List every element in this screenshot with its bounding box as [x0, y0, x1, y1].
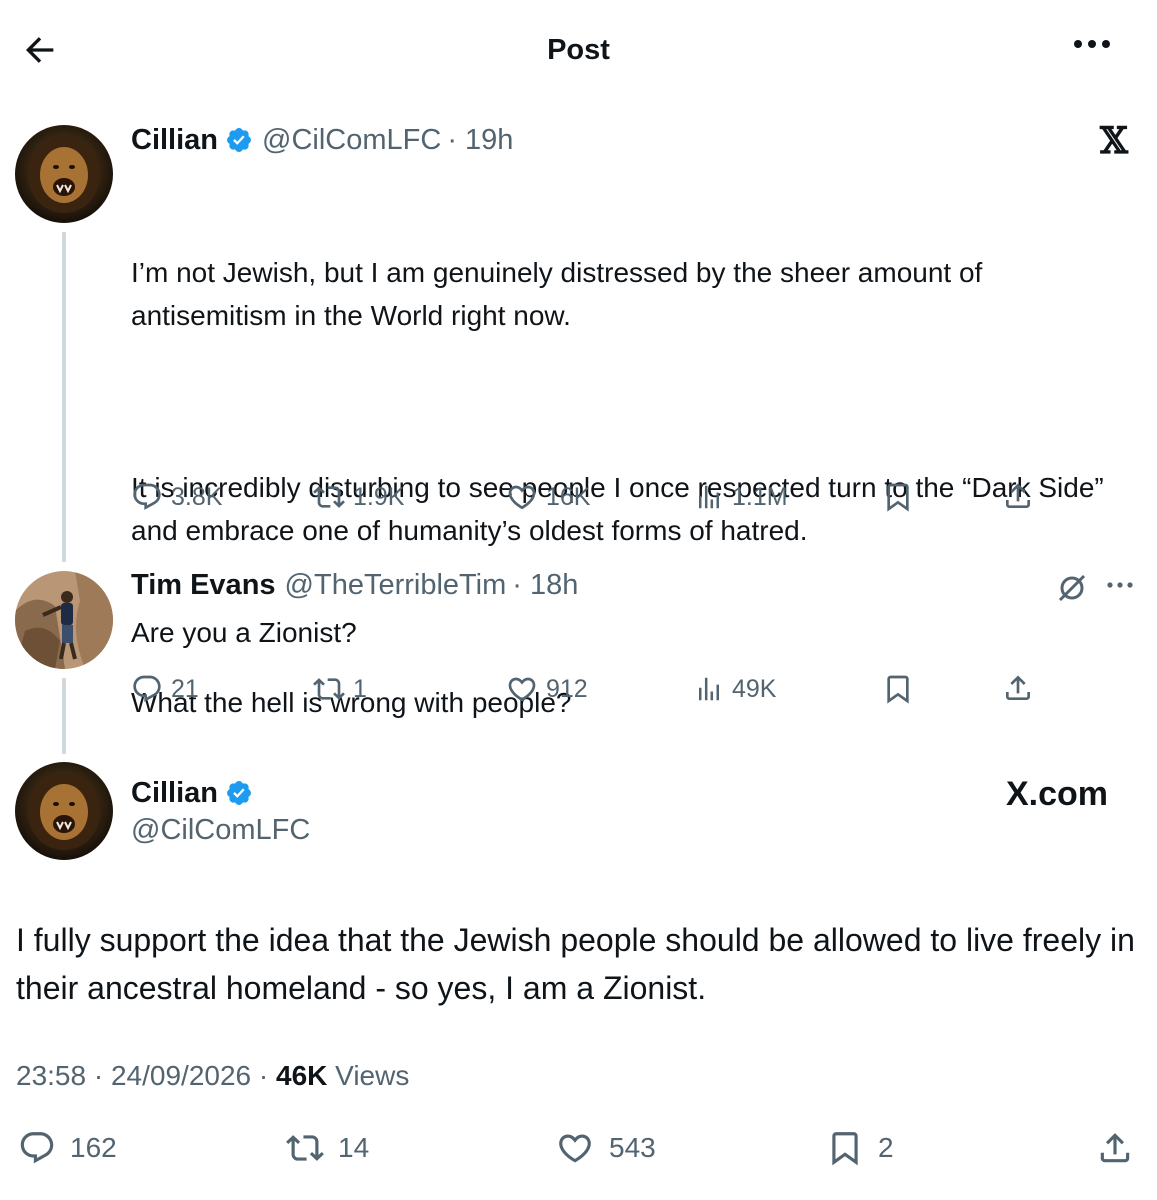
repost-icon — [313, 678, 345, 700]
tweet-paragraph: It is incredibly disturbing to see peopl… — [131, 472, 1112, 546]
page-title: Post — [547, 34, 610, 66]
post-time[interactable]: 23:58 — [16, 1060, 86, 1091]
author-handle[interactable]: @TheTerribleTim — [285, 569, 507, 602]
author-name[interactable]: Tim Evans — [131, 569, 276, 602]
person-photo-avatar-icon — [15, 571, 113, 669]
more-options-button[interactable] — [1070, 36, 1118, 72]
like-button[interactable]: 16K — [506, 481, 590, 513]
avatar[interactable] — [15, 762, 113, 860]
like-count: 543 — [609, 1132, 656, 1163]
bookmark-button[interactable] — [882, 481, 914, 513]
post-time[interactable]: · 19h — [447, 124, 513, 157]
repost-icon — [286, 1135, 324, 1161]
bookmark-button[interactable] — [882, 673, 914, 705]
author-handle[interactable]: @CilComLFC — [131, 814, 310, 847]
grok-icon[interactable] — [1056, 572, 1088, 604]
tweet-header: Tim Evans @TheTerribleTim · 18h — [131, 567, 578, 603]
thread-line — [62, 232, 66, 562]
like-count: 912 — [546, 674, 588, 703]
views-label: Views — [335, 1060, 410, 1091]
reply-icon — [133, 483, 161, 510]
views-button[interactable]: 1.1M — [694, 481, 788, 513]
verified-badge-icon — [225, 779, 253, 807]
post-date[interactable]: 24/09/2026 — [111, 1060, 251, 1091]
reply-icon — [133, 675, 161, 702]
share-button[interactable] — [1096, 1129, 1134, 1167]
post-meta: 23:58 · 24/09/2026 · 46K Views — [16, 1060, 410, 1091]
thread-line — [62, 678, 66, 754]
share-icon — [1006, 483, 1030, 508]
repost-count: 14 — [338, 1132, 370, 1163]
author-handle[interactable]: @CilComLFC — [262, 124, 441, 157]
author-name[interactable]: Cillian — [131, 124, 218, 157]
views-count: 46K — [276, 1060, 328, 1091]
x-logo-icon: 𝕏 — [1100, 120, 1128, 162]
heart-icon — [508, 677, 536, 702]
author-row: Cillian — [131, 774, 262, 812]
author-name[interactable]: Cillian — [131, 777, 218, 810]
tweet-header: Cillian @CilComLFC · 19h — [131, 122, 513, 158]
more-icon — [1107, 582, 1133, 588]
repost-count: 1 — [353, 674, 367, 703]
bookmark-icon — [887, 483, 909, 512]
share-button[interactable] — [1002, 672, 1034, 704]
reply-count: 21 — [171, 674, 199, 703]
more-icon — [1074, 40, 1110, 48]
views-icon — [699, 677, 719, 701]
repost-button[interactable]: 14 — [286, 1129, 369, 1167]
avatar[interactable] — [15, 125, 113, 223]
like-count: 16K — [546, 482, 591, 511]
tweet-paragraph: What the hell is wrong with people? — [131, 687, 572, 718]
brand-watermark: X.com — [1006, 775, 1109, 813]
bookmark-count: 2 — [878, 1132, 894, 1163]
heart-icon — [559, 1134, 591, 1163]
heart-icon — [508, 485, 536, 510]
post-time[interactable]: · 18h — [512, 569, 578, 602]
share-icon — [1100, 1133, 1130, 1163]
like-button[interactable]: 543 — [555, 1129, 656, 1167]
lion-avatar-icon — [15, 125, 113, 223]
reply-button[interactable]: 3.8K — [131, 481, 222, 513]
reply-count: 162 — [70, 1132, 117, 1163]
repost-button[interactable]: 1 — [313, 673, 367, 705]
reply-icon — [20, 1132, 54, 1164]
repost-icon — [313, 486, 345, 508]
bookmark-button[interactable]: 2 — [826, 1129, 894, 1167]
reply-count: 3.8K — [171, 482, 223, 511]
tweet-paragraph: I’m not Jewish, but I am genuinely distr… — [131, 257, 991, 331]
reply-button[interactable]: 162 — [18, 1129, 117, 1167]
avatar[interactable] — [15, 571, 113, 669]
tweet-text: Are you a Zionist? — [131, 617, 357, 648]
views-icon — [699, 485, 719, 509]
bookmark-icon — [832, 1132, 858, 1166]
verified-badge-icon — [225, 126, 253, 154]
lion-avatar-icon — [15, 762, 113, 860]
views-count: 1.1M — [732, 482, 788, 511]
views-button[interactable]: 49K — [694, 673, 776, 705]
repost-button[interactable]: 1.9K — [313, 481, 404, 513]
like-button[interactable]: 912 — [506, 673, 588, 705]
tweet-more-button[interactable] — [1105, 580, 1135, 590]
repost-count: 1.9K — [353, 482, 405, 511]
share-button[interactable] — [1002, 480, 1034, 512]
share-icon — [1006, 675, 1030, 700]
tweet-text: I’m not Jewish, but I am genuinely distr… — [131, 165, 1111, 767]
views-count: 49K — [732, 674, 777, 703]
post-text: I fully support the idea that the Jewish… — [16, 922, 1135, 1006]
bookmark-icon — [887, 675, 909, 704]
reply-button[interactable]: 21 — [131, 673, 199, 705]
